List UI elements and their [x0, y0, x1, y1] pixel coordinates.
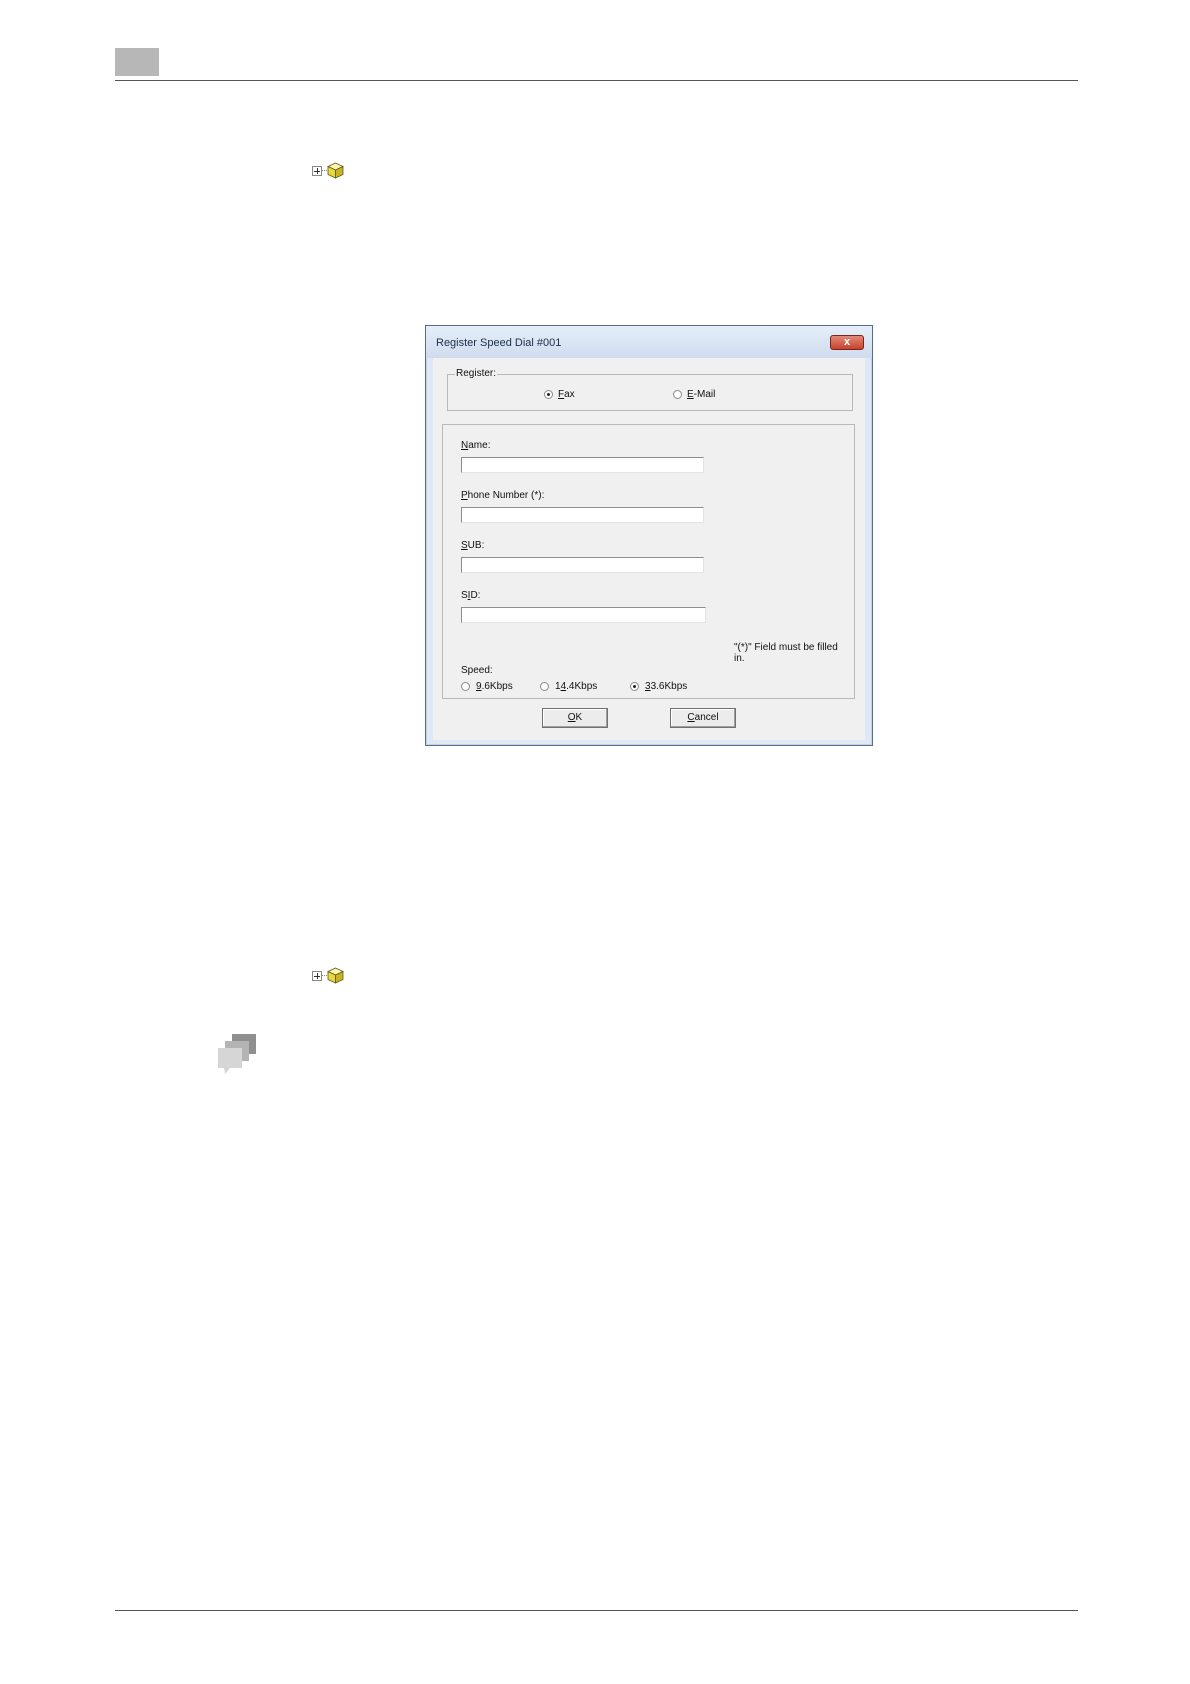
- register-speed-dial-dialog: Register Speed Dial #001 x Register: Fax…: [425, 325, 873, 746]
- tree-expand-icon[interactable]: [312, 162, 346, 180]
- radio-fax-label[interactable]: Fax: [558, 389, 575, 401]
- radio-speed-9-6-label[interactable]: 9.6Kbps: [476, 681, 513, 693]
- name-input[interactable]: [461, 457, 704, 473]
- sid-label: SID:: [461, 590, 481, 601]
- radio-speed-33-6[interactable]: [630, 682, 639, 691]
- cancel-button[interactable]: Cancel: [670, 708, 736, 728]
- tree-expand-icon[interactable]: [312, 967, 346, 985]
- register-group: Register: Fax E-Mail: [447, 368, 853, 411]
- sid-input[interactable]: [461, 607, 706, 623]
- radio-speed-33-6-label[interactable]: 33.6Kbps: [645, 681, 687, 693]
- radio-email[interactable]: [673, 390, 682, 399]
- required-field-note: "(*)" Field must be filled in.: [734, 642, 838, 664]
- dialog-client-area: Register: Fax E-Mail Name: Phone Number …: [433, 358, 865, 740]
- register-legend: Register:: [455, 368, 498, 380]
- dialog-title-bar[interactable]: Register Speed Dial #001 x: [426, 326, 872, 358]
- ok-button[interactable]: OK: [542, 708, 608, 728]
- close-button[interactable]: x: [830, 335, 864, 350]
- radio-speed-14-4-label[interactable]: 14.4Kbps: [555, 681, 597, 693]
- radio-email-label[interactable]: E-Mail: [687, 389, 715, 401]
- dialog-title: Register Speed Dial #001: [436, 337, 562, 349]
- close-icon: x: [843, 336, 851, 348]
- package-cube-icon: [327, 162, 344, 179]
- sub-label: SUB:: [461, 540, 485, 551]
- plus-box-icon[interactable]: [312, 166, 322, 176]
- fax-details-group: Name: Phone Number (*): SUB: SID: "(*)" …: [442, 424, 855, 699]
- phone-number-label: Phone Number (*):: [461, 490, 545, 501]
- radio-speed-9-6[interactable]: [461, 682, 470, 691]
- package-cube-icon: [327, 967, 344, 984]
- phone-number-input[interactable]: [461, 507, 704, 523]
- speed-label: Speed:: [461, 665, 493, 676]
- plus-box-icon[interactable]: [312, 971, 322, 981]
- header-tab-block: [115, 48, 159, 76]
- radio-fax[interactable]: [544, 390, 553, 399]
- footer-rule: [115, 1610, 1078, 1611]
- sub-input[interactable]: [461, 557, 704, 573]
- header-rule: [115, 80, 1078, 81]
- name-label: Name:: [461, 440, 491, 451]
- speech-bubbles-icon: [218, 1034, 256, 1074]
- radio-speed-14-4[interactable]: [540, 682, 549, 691]
